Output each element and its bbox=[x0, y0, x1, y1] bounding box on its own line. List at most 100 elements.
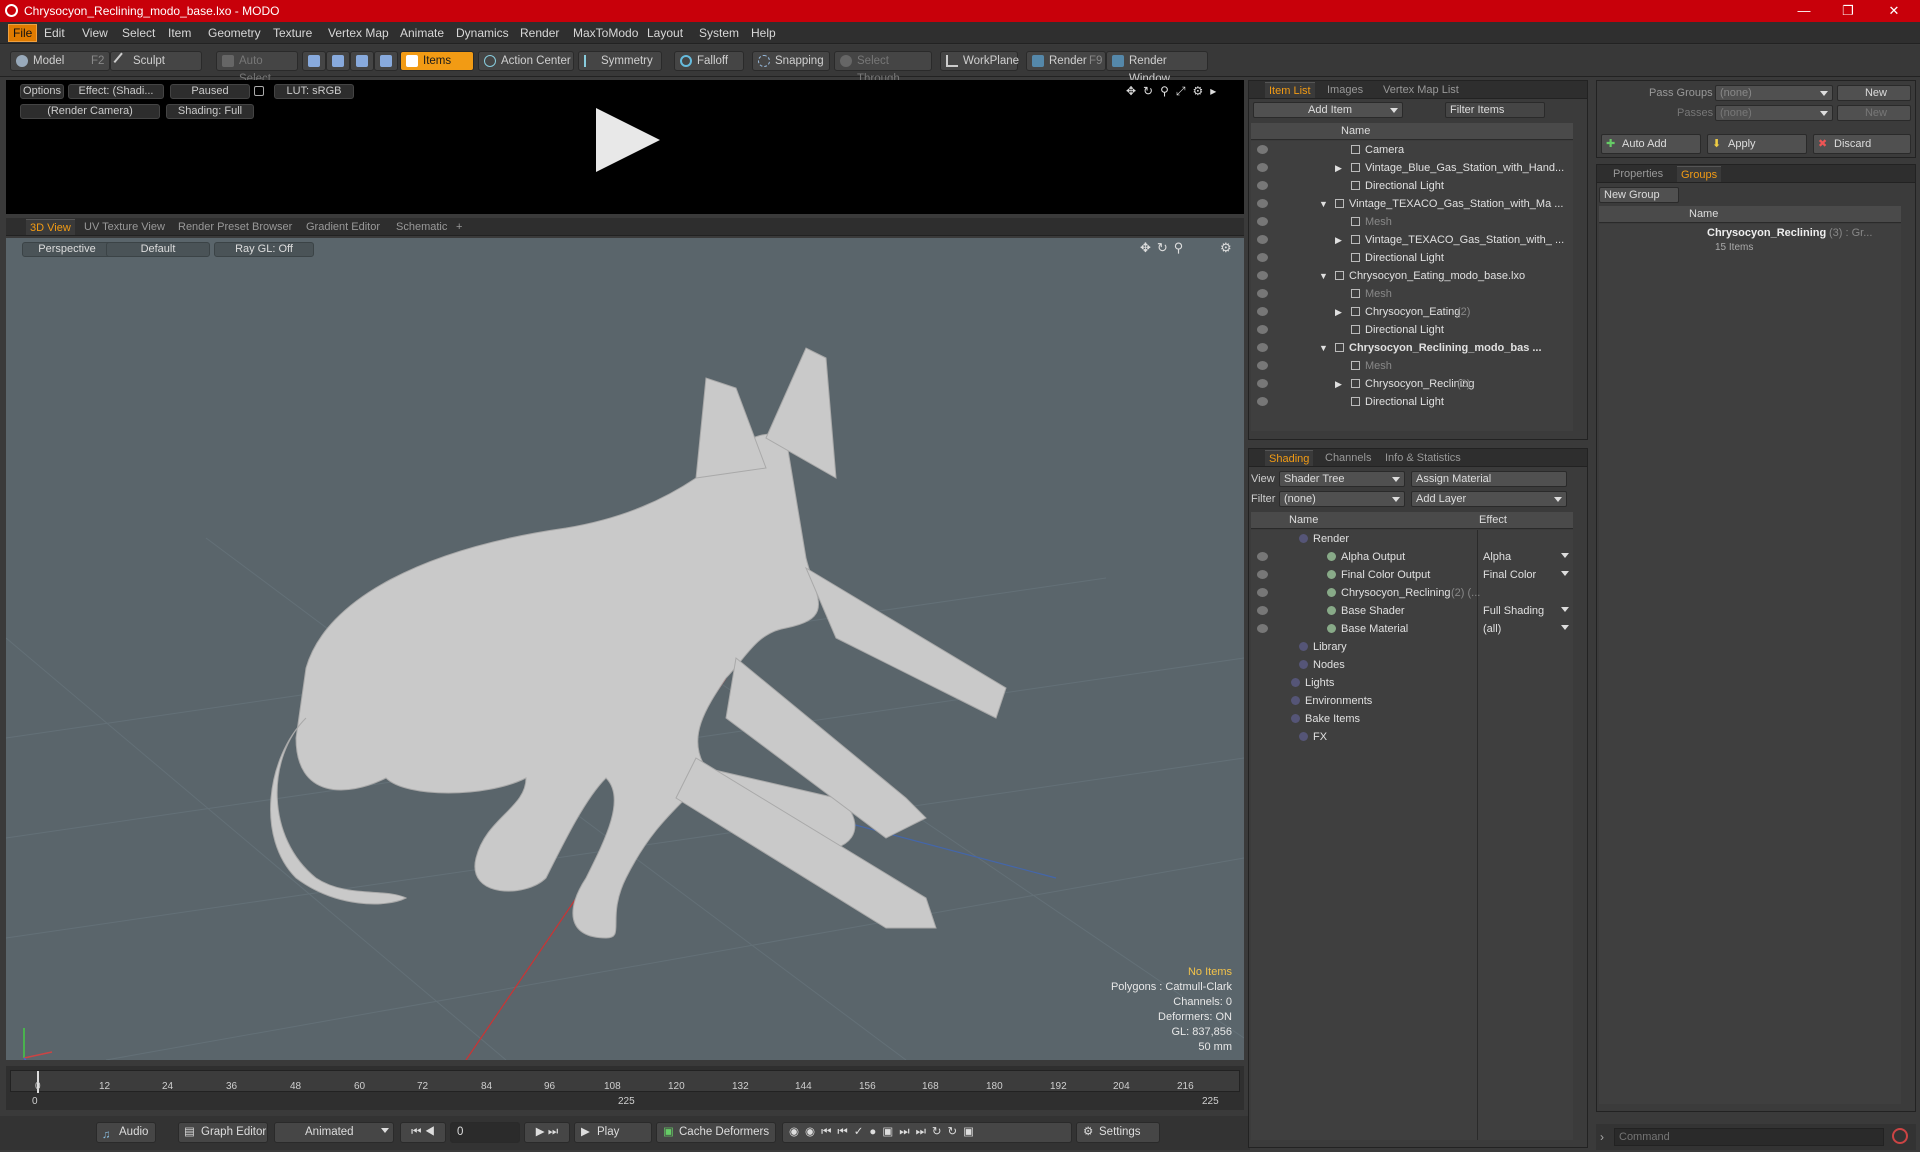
cache-deformers-button[interactable]: ▣ Cache Deformers bbox=[656, 1122, 776, 1143]
animated-dropdown[interactable]: Animated bbox=[274, 1122, 394, 1143]
visibility-eye-icon[interactable] bbox=[1257, 181, 1268, 190]
item-list-row[interactable]: Mesh bbox=[1251, 357, 1573, 375]
play-icon[interactable] bbox=[596, 108, 660, 172]
visibility-eye-icon[interactable] bbox=[1257, 570, 1268, 579]
menu-vertex-map[interactable]: Vertex Map bbox=[328, 26, 389, 40]
tab-uv-texture-view[interactable]: UV Texture View bbox=[84, 221, 165, 233]
falloff-button[interactable]: Falloff bbox=[674, 51, 744, 71]
menu-layout[interactable]: Layout bbox=[647, 26, 683, 40]
effect-dropdown[interactable]: Full Shading bbox=[1483, 602, 1544, 620]
assign-material-button[interactable]: Assign Material bbox=[1411, 471, 1567, 487]
collapsed-arrow-icon[interactable]: ▶ bbox=[1335, 303, 1342, 321]
action-center-button[interactable]: Action Center bbox=[478, 51, 574, 71]
expanded-arrow-icon[interactable]: ▼ bbox=[1319, 267, 1328, 285]
tab-info-statistics[interactable]: Info & Statistics bbox=[1385, 452, 1461, 464]
tab-render-preset-browser[interactable]: Render Preset Browser bbox=[178, 221, 292, 233]
tab-vertex-map-list[interactable]: Vertex Map List bbox=[1383, 84, 1459, 96]
collapsed-arrow-icon[interactable]: ▶ bbox=[1335, 159, 1342, 177]
filter-dropdown[interactable]: (none) bbox=[1279, 491, 1405, 507]
shader-tree-row[interactable]: Library bbox=[1251, 638, 1573, 656]
new-pass-group-button[interactable]: New bbox=[1837, 85, 1911, 101]
visibility-eye-icon[interactable] bbox=[1257, 163, 1268, 172]
preview-nav-icons[interactable]: ✥↻⚲⤢⚙▸ bbox=[1126, 84, 1223, 99]
snapping-button[interactable]: Snapping bbox=[752, 51, 830, 71]
workplane-button[interactable]: WorkPlane bbox=[940, 51, 1019, 71]
add-tab-button[interactable]: + bbox=[456, 221, 462, 233]
item-list-row[interactable]: ▶ Vintage_Blue_Gas_Station_with_Hand... bbox=[1251, 159, 1573, 177]
visibility-eye-icon[interactable] bbox=[1257, 552, 1268, 561]
passes-dropdown[interactable]: (none) bbox=[1715, 105, 1833, 121]
menu-animate[interactable]: Animate bbox=[400, 26, 444, 40]
new-group-button[interactable]: New Group bbox=[1599, 187, 1679, 203]
item-list-row[interactable]: Directional Light bbox=[1251, 249, 1573, 267]
sculpt-mode-button[interactable]: Sculpt bbox=[110, 51, 202, 71]
visibility-eye-icon[interactable] bbox=[1257, 217, 1268, 226]
auto-select-button[interactable]: Auto Select bbox=[216, 51, 298, 85]
visibility-eye-icon[interactable] bbox=[1257, 235, 1268, 244]
visibility-eye-icon[interactable] bbox=[1257, 253, 1268, 262]
group-row[interactable]: Chrysocyon_Reclining (3) : Gr... 15 Item… bbox=[1599, 224, 1901, 260]
record-icon[interactable] bbox=[1892, 1128, 1908, 1144]
filter-items-input[interactable]: Filter Items bbox=[1445, 102, 1545, 118]
shader-tree-row[interactable]: Render bbox=[1251, 530, 1573, 548]
tab-channels[interactable]: Channels bbox=[1325, 452, 1371, 464]
item-list-row[interactable]: ▼ Chrysocyon_Eating_modo_base.lxo bbox=[1251, 267, 1573, 285]
item-list-row[interactable]: Camera bbox=[1251, 141, 1573, 159]
item-list-row[interactable]: Mesh bbox=[1251, 285, 1573, 303]
preview-options-button[interactable]: Options bbox=[20, 84, 64, 99]
tab-gradient-editor[interactable]: Gradient Editor bbox=[306, 221, 380, 233]
visibility-eye-icon[interactable] bbox=[1257, 325, 1268, 334]
render-camera-dropdown[interactable]: (Render Camera) bbox=[20, 104, 160, 119]
expanded-arrow-icon[interactable]: ▼ bbox=[1319, 339, 1328, 357]
item-list-row[interactable]: ▶ Chrysocyon_Reclining (2) bbox=[1251, 375, 1573, 393]
menu-view[interactable]: View bbox=[82, 26, 108, 40]
menu-select[interactable]: Select bbox=[122, 26, 155, 40]
lut-dropdown[interactable]: LUT: sRGB bbox=[274, 84, 354, 99]
items-mode-button[interactable]: Items bbox=[400, 51, 474, 71]
tab-3d-view[interactable]: 3D View bbox=[26, 219, 75, 235]
effect-dropdown[interactable]: (all) bbox=[1483, 620, 1501, 638]
tab-properties[interactable]: Properties bbox=[1613, 168, 1663, 180]
visibility-eye-icon[interactable] bbox=[1257, 397, 1268, 406]
shader-tree-row[interactable]: Bake Items bbox=[1251, 710, 1573, 728]
chevron-down-icon[interactable] bbox=[1561, 553, 1569, 558]
shader-tree-row[interactable]: Environments bbox=[1251, 692, 1573, 710]
pass-groups-dropdown[interactable]: (none) bbox=[1715, 85, 1833, 101]
select-through-button[interactable]: Select Through bbox=[834, 51, 932, 85]
add-layer-dropdown[interactable]: Add Layer bbox=[1411, 491, 1567, 507]
maximize-button[interactable]: ❐ bbox=[1828, 2, 1868, 20]
item-list-row[interactable]: Directional Light bbox=[1251, 321, 1573, 339]
materials-mode-button[interactable] bbox=[374, 51, 398, 71]
shader-tree-row[interactable]: Base Material (all) bbox=[1251, 620, 1573, 638]
model-mode-button[interactable]: Model F2 bbox=[10, 51, 110, 71]
effect-dropdown[interactable]: Effect: (Shadi... bbox=[68, 84, 164, 99]
visibility-eye-icon[interactable] bbox=[1257, 289, 1268, 298]
graph-editor-button[interactable]: ▤ Graph Editor bbox=[178, 1122, 268, 1143]
shading-dropdown[interactable]: Shading: Full bbox=[166, 104, 254, 119]
visibility-eye-icon[interactable] bbox=[1257, 145, 1268, 154]
shader-tree-row[interactable]: Alpha Output Alpha bbox=[1251, 548, 1573, 566]
tab-schematic[interactable]: Schematic bbox=[396, 221, 447, 233]
menu-maxtomodo[interactable]: MaxToModo bbox=[573, 26, 638, 40]
shader-tree-row[interactable]: Chrysocyon_Reclining (2) (... bbox=[1251, 584, 1573, 602]
visibility-eye-icon[interactable] bbox=[1257, 379, 1268, 388]
menu-system[interactable]: System bbox=[699, 26, 739, 40]
chevron-down-icon[interactable] bbox=[1561, 607, 1569, 612]
lock-icon[interactable] bbox=[254, 86, 264, 96]
item-list-row[interactable]: Directional Light bbox=[1251, 177, 1573, 195]
visibility-eye-icon[interactable] bbox=[1257, 271, 1268, 280]
close-button[interactable]: ✕ bbox=[1874, 2, 1914, 20]
tab-images[interactable]: Images bbox=[1327, 84, 1363, 96]
3d-viewport[interactable]: Perspective Default Ray GL: Off ✥↻⚲ ⚙ No… bbox=[6, 238, 1244, 1060]
item-list-row[interactable]: ▶ Vintage_TEXACO_Gas_Station_with_ ... bbox=[1251, 231, 1573, 249]
new-pass-button[interactable]: New bbox=[1837, 105, 1911, 121]
menu-help[interactable]: Help bbox=[751, 26, 776, 40]
effect-dropdown[interactable]: Alpha bbox=[1483, 548, 1511, 566]
collapsed-arrow-icon[interactable]: ▶ bbox=[1335, 231, 1342, 249]
item-list-row[interactable]: ▼ Chrysocyon_Reclining_modo_bas ... bbox=[1251, 339, 1573, 357]
menu-dynamics[interactable]: Dynamics bbox=[456, 26, 509, 40]
shader-tree-row[interactable]: FX bbox=[1251, 728, 1573, 746]
menu-item[interactable]: Item bbox=[168, 26, 191, 40]
visibility-eye-icon[interactable] bbox=[1257, 307, 1268, 316]
visibility-eye-icon[interactable] bbox=[1257, 624, 1268, 633]
